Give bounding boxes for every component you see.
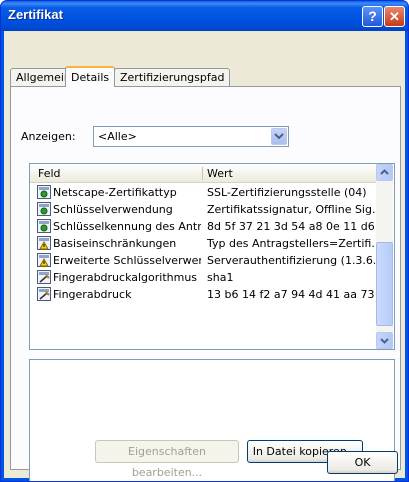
list-item[interactable]: Fingerabdruckalgorithmus sha1 — [30, 269, 376, 286]
field-name: Schlüsselverwendung — [53, 203, 173, 216]
scroll-thumb[interactable] — [376, 242, 393, 326]
field-value: Serverauthentifizierung (1.3.6.... — [207, 254, 375, 267]
title-bar[interactable]: Zertifikat ? ✕ — [1, 1, 408, 31]
scroll-down-button[interactable] — [376, 332, 393, 349]
close-button[interactable]: ✕ — [384, 6, 405, 27]
show-select-value: <Alle> — [98, 130, 137, 143]
field-value: SSL-Zertifizierungsstelle (04) — [207, 186, 367, 199]
fields-list[interactable]: Feld Wert Netscape-Zertifikattyp SSL-Zer… — [29, 163, 395, 350]
field-name: Erweiterte Schlüsselverwen... — [53, 254, 201, 267]
field-name: Schlüsselkennung des Antra... — [53, 220, 201, 233]
field-name: Basiseinschränkungen — [53, 237, 177, 250]
field-value: Typ des Antragstellers=Zertifi... — [207, 237, 375, 250]
vertical-scrollbar[interactable] — [376, 164, 393, 349]
list-item[interactable]: Schlüsselkennung des Antra... 8d 5f 37 2… — [30, 218, 376, 235]
field-value: Zertifikatssignatur, Offline Sig... — [207, 203, 375, 216]
chevron-up-icon — [380, 169, 389, 175]
list-item[interactable]: Schlüsselverwendung Zertifikatssignatur,… — [30, 201, 376, 218]
details-panel: Anzeigen: <Alle> Feld Wert Netscape-Zert… — [10, 86, 401, 481]
field-value: sha1 — [207, 271, 234, 284]
field-value: 8d 5f 37 21 3d 54 a8 0e 11 d6... — [207, 220, 375, 233]
field-value: 13 b6 14 f2 a7 94 4d 41 aa 73... — [207, 288, 375, 301]
dialog-body: Allgemein Details Zertifizierungspfad An… — [4, 31, 405, 481]
property-icon — [37, 287, 51, 301]
help-button[interactable]: ? — [362, 6, 383, 27]
list-item[interactable]: Erweiterte Schlüsselverwen... Serverauth… — [30, 252, 376, 269]
list-item[interactable]: Netscape-Zertifikattyp SSL-Zertifizierun… — [30, 184, 376, 201]
cert-extension-icon — [37, 202, 51, 216]
cert-extension-icon — [37, 219, 51, 233]
field-name: Netscape-Zertifikattyp — [53, 186, 177, 199]
scroll-up-button[interactable] — [376, 164, 393, 181]
property-icon — [37, 270, 51, 284]
chevron-down-icon[interactable] — [271, 128, 287, 145]
header-separator[interactable] — [202, 167, 203, 180]
show-label: Anzeigen: — [21, 130, 76, 143]
field-name: Fingerabdruckalgorithmus — [53, 271, 198, 284]
certificate-window: Zertifikat ? ✕ Allgemein Details Zertifi… — [0, 0, 409, 482]
field-name: Fingerabdruck — [53, 288, 132, 301]
edit-properties-button[interactable]: Eigenschaften bearbeiten... — [95, 440, 239, 479]
chevron-down-icon — [380, 338, 389, 344]
window-title: Zertifikat — [8, 7, 63, 22]
list-header: Feld Wert — [30, 164, 376, 183]
header-value[interactable]: Wert — [207, 167, 233, 180]
tab-details[interactable]: Details — [65, 66, 116, 87]
list-item[interactable]: Basiseinschränkungen Typ des Antragstell… — [30, 235, 376, 252]
critical-extension-icon — [37, 236, 51, 250]
show-select[interactable]: <Alle> — [93, 126, 289, 147]
tab-zertifizierungspfad[interactable]: Zertifizierungspfad — [114, 68, 231, 86]
critical-extension-icon — [37, 253, 51, 267]
header-field[interactable]: Feld — [38, 167, 61, 180]
list-item[interactable]: Fingerabdruck 13 b6 14 f2 a7 94 4d 41 aa… — [30, 286, 376, 303]
ok-button[interactable]: OK — [327, 451, 398, 474]
cert-extension-icon — [37, 185, 51, 199]
